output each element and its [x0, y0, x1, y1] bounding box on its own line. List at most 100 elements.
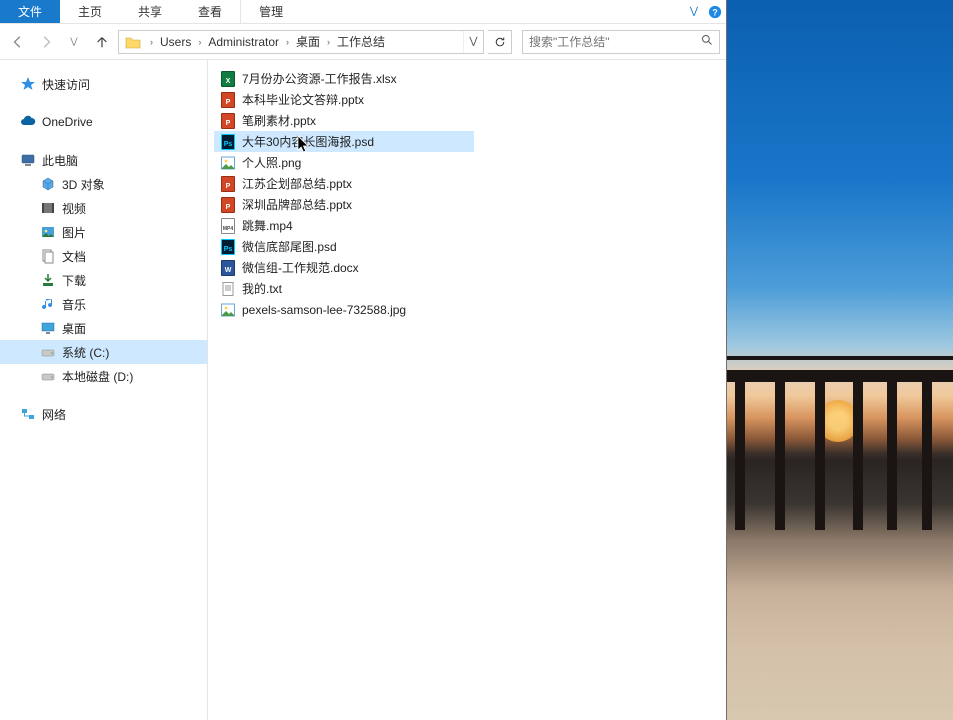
refresh-button[interactable]: [488, 30, 512, 54]
search-icon[interactable]: [701, 34, 713, 49]
file-row[interactable]: P本科毕业论文答辩.pptx: [214, 89, 474, 110]
file-name: 微信组-工作规范.docx: [242, 259, 359, 276]
sidebar-network[interactable]: 网络: [0, 402, 207, 426]
address-bar[interactable]: › Users › Administrator › 桌面 › 工作总结 ⋁: [118, 30, 484, 54]
file-name: 我的.txt: [242, 280, 282, 297]
file-row[interactable]: X 7月份办公资源-工作报告.xlsx: [214, 68, 474, 89]
pptx-file-icon: P: [220, 113, 236, 129]
file-name: 笔刷素材.pptx: [242, 112, 316, 129]
help-icon[interactable]: ?: [704, 0, 726, 23]
file-row[interactable]: W 微信组-工作规范.docx: [214, 257, 474, 278]
mp4-file-icon: MP4: [220, 218, 236, 234]
network-icon: [20, 406, 36, 422]
folder-icon: [123, 32, 143, 52]
chevron-right-icon: ›: [324, 37, 333, 47]
pc-icon: [20, 152, 36, 168]
sidebar-pictures[interactable]: 图片: [0, 220, 207, 244]
sidebar-item-label: 图片: [62, 224, 86, 241]
forward-button[interactable]: [34, 30, 58, 54]
sidebar-3d-objects[interactable]: 3D 对象: [0, 172, 207, 196]
sidebar-item-label: 本地磁盘 (D:): [62, 368, 133, 385]
menu-share[interactable]: 共享: [120, 0, 180, 23]
sidebar-item-label: 桌面: [62, 320, 86, 337]
pptx-file-icon: P: [220, 176, 236, 192]
recent-locations-icon[interactable]: ⋁: [62, 30, 86, 54]
sidebar-drive-c[interactable]: 系统 (C:): [0, 340, 207, 364]
pptx-file-icon: P: [220, 197, 236, 213]
sidebar-drive-d[interactable]: 本地磁盘 (D:): [0, 364, 207, 388]
file-row[interactable]: 我的.txt: [214, 278, 474, 299]
menu-home[interactable]: 主页: [60, 0, 120, 23]
back-button[interactable]: [6, 30, 30, 54]
sidebar-downloads[interactable]: 下载: [0, 268, 207, 292]
nav-tree: 快速访问 OneDrive 此电脑 3D 对象: [0, 60, 208, 720]
file-name: 7月份办公资源-工作报告.xlsx: [242, 70, 397, 87]
file-row[interactable]: MP4 跳舞.mp4: [214, 215, 474, 236]
star-icon: [20, 76, 36, 92]
menu-bar: 文件 主页 共享 查看 管理 ⋁ ?: [0, 0, 726, 24]
file-name: 深圳品牌部总结.pptx: [242, 196, 352, 213]
sidebar-desktop[interactable]: 桌面: [0, 316, 207, 340]
sidebar-this-pc[interactable]: 此电脑: [0, 148, 207, 172]
download-icon: [40, 272, 56, 288]
file-row[interactable]: P 笔刷素材.pptx: [214, 110, 474, 131]
crumb-users[interactable]: Users: [156, 35, 195, 49]
menu-view[interactable]: 查看: [180, 0, 240, 23]
ribbon-expand-icon[interactable]: ⋁: [684, 0, 704, 23]
crumb-desktop[interactable]: 桌面: [292, 33, 324, 50]
picture-icon: [40, 224, 56, 240]
menu-file[interactable]: 文件: [0, 0, 60, 23]
psd-file-icon: Ps: [220, 239, 236, 255]
drive-icon: [40, 368, 56, 384]
wallpaper-pier: [727, 360, 953, 440]
search-input[interactable]: [529, 35, 701, 49]
jpg-file-icon: [220, 302, 236, 318]
file-row[interactable]: pexels-samson-lee-732588.jpg: [214, 299, 474, 320]
txt-file-icon: [220, 281, 236, 297]
file-name: 跳舞.mp4: [242, 217, 293, 234]
search-box[interactable]: [522, 30, 720, 54]
sidebar-item-label: 音乐: [62, 296, 86, 313]
file-name: 江苏企划部总结.pptx: [242, 175, 352, 192]
sidebar-videos[interactable]: 视频: [0, 196, 207, 220]
file-row[interactable]: P 江苏企划部总结.pptx: [214, 173, 474, 194]
file-row[interactable]: Ps大年30内容长图海报.psd: [214, 131, 474, 152]
sidebar-documents[interactable]: 文档: [0, 244, 207, 268]
file-list[interactable]: X7月份办公资源-工作报告.xlsxP本科毕业论文答辩.pptxP笔刷素材.pp…: [208, 60, 726, 720]
cloud-icon: [20, 114, 36, 130]
sidebar-item-label: 快速访问: [42, 76, 90, 93]
sidebar-onedrive[interactable]: OneDrive: [0, 110, 207, 134]
svg-text:?: ?: [712, 7, 717, 17]
chevron-right-icon: ›: [283, 37, 292, 47]
file-row[interactable]: 个人照.png: [214, 152, 474, 173]
sidebar-item-label: 文档: [62, 248, 86, 265]
sidebar-item-label: 3D 对象: [62, 176, 105, 193]
desktop-icon: [40, 320, 56, 336]
xlsx-file-icon: X: [220, 71, 236, 87]
up-button[interactable]: [90, 30, 114, 54]
explorer-window: 文件 主页 共享 查看 管理 ⋁ ? ⋁ › Users › Administr…: [0, 0, 727, 720]
sidebar-item-label: 此电脑: [42, 152, 78, 169]
pptx-file-icon: P: [220, 92, 236, 108]
crumb-administrator[interactable]: Administrator: [204, 35, 283, 49]
sidebar-item-label: 网络: [42, 406, 66, 423]
sidebar-quick-access[interactable]: 快速访问: [0, 72, 207, 96]
music-icon: [40, 296, 56, 312]
file-name: pexels-samson-lee-732588.jpg: [242, 303, 406, 317]
psd-file-icon: Ps: [220, 134, 236, 150]
sidebar-item-label: 视频: [62, 200, 86, 217]
file-row[interactable]: Ps微信底部尾图.psd: [214, 236, 474, 257]
file-row[interactable]: P 深圳品牌部总结.pptx: [214, 194, 474, 215]
menu-manage[interactable]: 管理: [240, 0, 301, 23]
address-toolbar: ⋁ › Users › Administrator › 桌面 › 工作总结 ⋁: [0, 24, 726, 60]
crumb-current[interactable]: 工作总结: [333, 33, 389, 50]
chevron-right-icon: ›: [195, 37, 204, 47]
address-history-icon[interactable]: ⋁: [463, 31, 483, 53]
sidebar-item-label: 下载: [62, 272, 86, 289]
documents-icon: [40, 248, 56, 264]
sidebar-item-label: 系统 (C:): [62, 344, 109, 361]
docx-file-icon: W: [220, 260, 236, 276]
file-name: 个人照.png: [242, 154, 301, 171]
png-file-icon: [220, 155, 236, 171]
sidebar-music[interactable]: 音乐: [0, 292, 207, 316]
